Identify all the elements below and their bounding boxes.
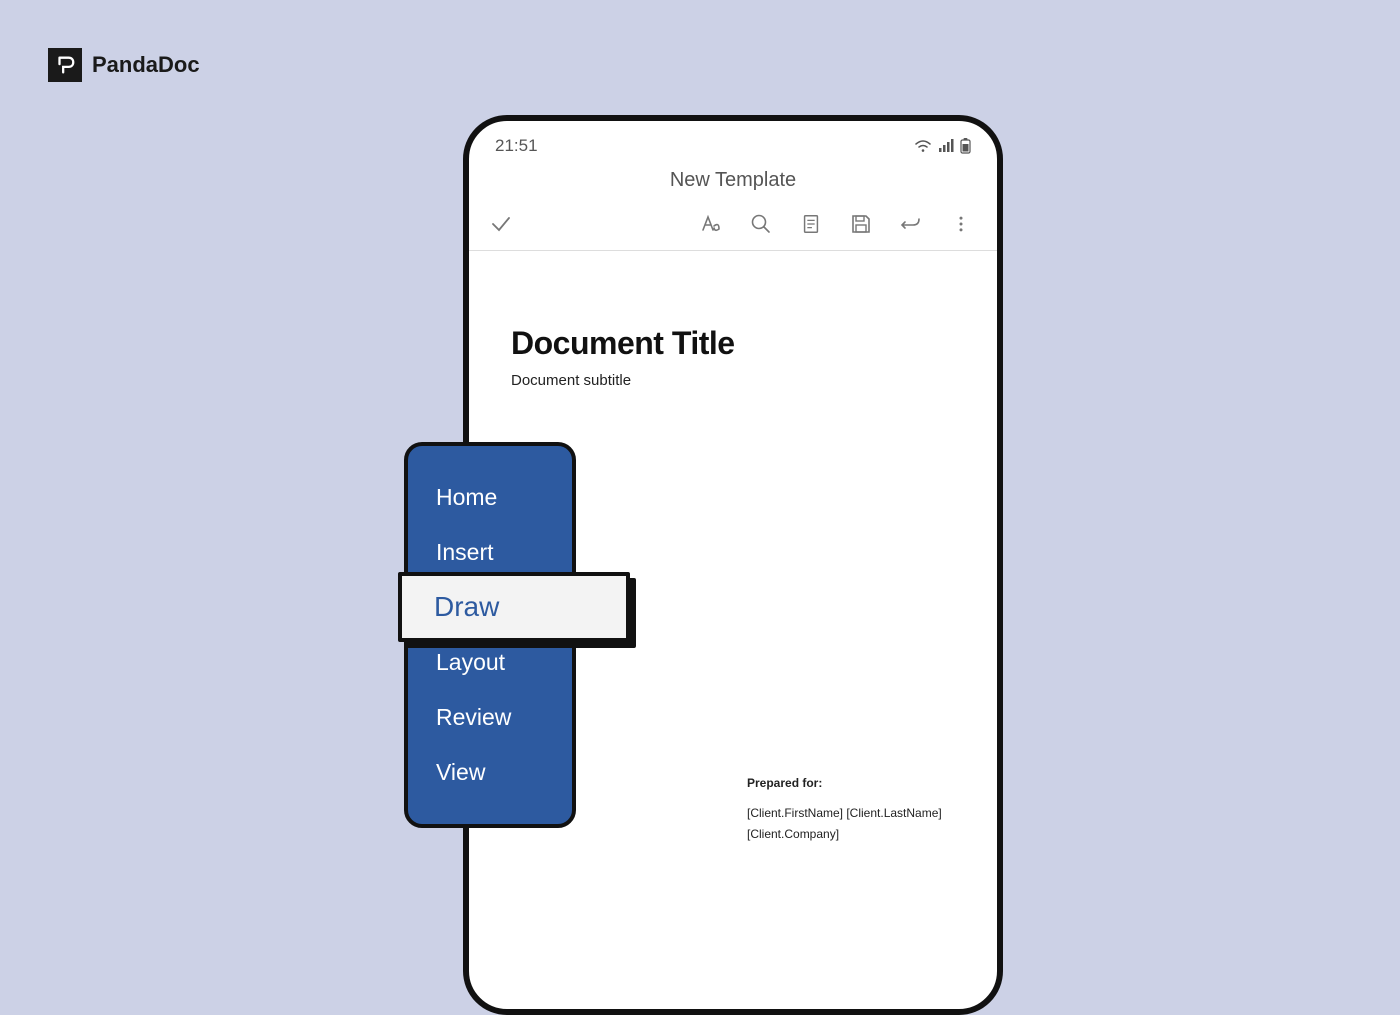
logo-text: PandaDoc [92, 52, 200, 78]
wifi-icon [914, 139, 932, 153]
prepared-label: Prepared for: [747, 773, 942, 795]
undo-button[interactable] [899, 212, 923, 236]
client-name-placeholder: [Client.FirstName] [Client.LastName] [747, 803, 942, 825]
brand-logo: PandaDoc [48, 48, 200, 82]
battery-icon [960, 138, 971, 154]
confirm-button[interactable] [489, 212, 513, 236]
signal-icon [938, 139, 954, 153]
logo-icon [48, 48, 82, 82]
save-button[interactable] [849, 212, 873, 236]
tab-review[interactable]: Review [408, 690, 572, 745]
client-company-placeholder: [Client.Company] [747, 824, 942, 846]
document-canvas[interactable]: Document Title Document subtitle [469, 251, 997, 389]
text-style-button[interactable] [699, 212, 723, 236]
document-title[interactable]: Document Title [511, 325, 955, 362]
search-button[interactable] [749, 212, 773, 236]
status-time: 21:51 [495, 136, 538, 156]
status-bar: 21:51 [469, 121, 997, 163]
more-options-button[interactable] [949, 212, 973, 236]
page-title: New Template [469, 163, 997, 204]
status-icons [914, 138, 971, 154]
tab-layout[interactable]: Layout [408, 635, 572, 690]
toolbar [469, 204, 997, 251]
tab-home[interactable]: Home [408, 470, 572, 525]
tab-view[interactable]: View [408, 745, 572, 800]
tab-draw-active[interactable]: Draw [398, 572, 630, 642]
document-subtitle[interactable]: Document subtitle [511, 372, 955, 389]
reading-view-button[interactable] [799, 212, 823, 236]
prepared-for-section[interactable]: Prepared for: [Client.FirstName] [Client… [747, 773, 942, 846]
